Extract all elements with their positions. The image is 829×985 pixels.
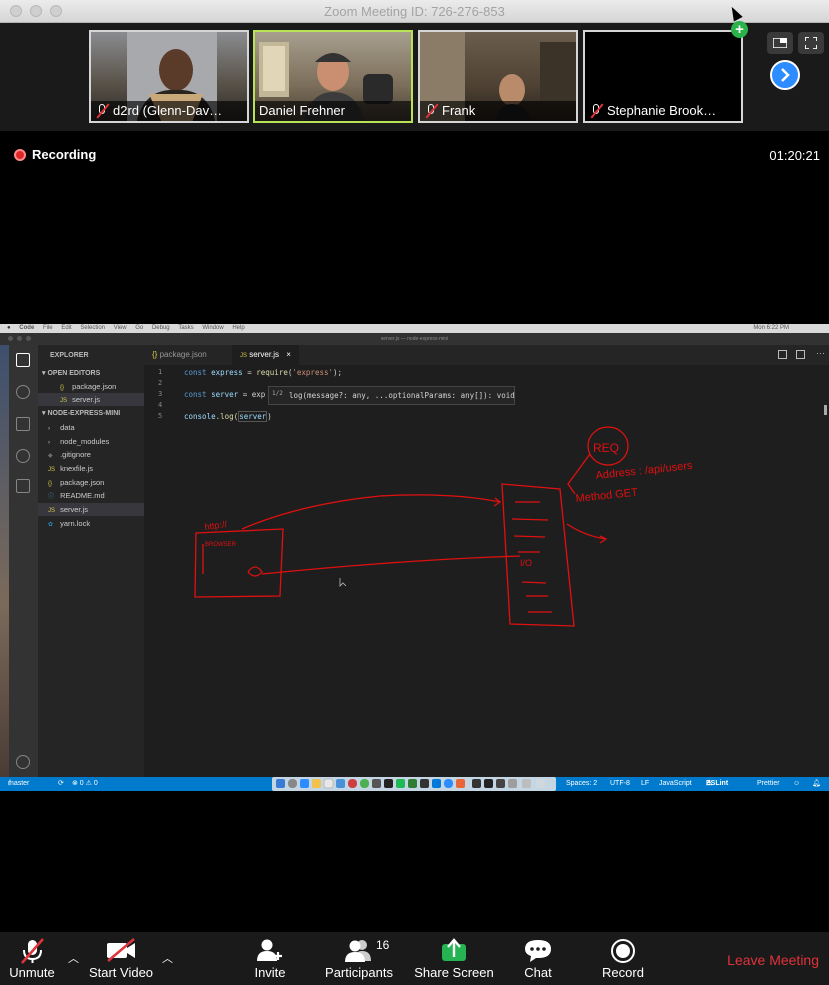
language-mode[interactable]: JavaScript — [659, 777, 692, 791]
participant-name: Stephanie Brook… — [607, 103, 717, 118]
participants-count: 16 — [376, 938, 390, 952]
notification-bell-icon[interactable]: 🔔︎ — [812, 777, 821, 791]
sketch-http-label: http:// — [204, 519, 228, 532]
participants-label: Participants — [325, 965, 393, 980]
participant-tile[interactable]: Stephanie Brook… — [583, 30, 743, 123]
record-button[interactable]: Record — [600, 932, 646, 985]
encoding-setting[interactable]: UTF-8 — [610, 777, 630, 791]
add-icon[interactable]: + — [731, 21, 748, 38]
mic-muted-icon — [589, 103, 603, 119]
add-person-icon — [257, 939, 282, 961]
mac-dock[interactable] — [272, 777, 556, 791]
eol-setting[interactable]: LF — [641, 777, 649, 791]
invite-button[interactable]: Invite — [245, 932, 295, 985]
microphone-muted-icon — [21, 938, 44, 964]
chat-bubble-icon — [525, 940, 551, 962]
fullscreen-icon — [804, 36, 818, 50]
problems-indicator[interactable]: ⊗ 0 ⚠ 0 — [72, 777, 98, 791]
participant-name: Frank — [442, 103, 476, 118]
participant-name-bar: d2rd (Glenn-Dav… — [91, 101, 247, 121]
video-camera-off-icon — [107, 938, 135, 962]
indentation-setting[interactable]: Spaces: 2 — [566, 777, 597, 791]
record-icon — [611, 939, 635, 963]
mic-muted-icon — [424, 103, 438, 119]
smiley-feedback-icon[interactable]: ☺ — [793, 777, 800, 791]
share-screen-icon — [442, 938, 466, 961]
shared-cursor-icon — [339, 578, 347, 587]
recording-timer: 01:20:21 — [769, 148, 820, 163]
participant-tile-active-speaker[interactable]: Daniel Frehner — [253, 30, 413, 123]
sketch-browser-label: BROWSER — [205, 542, 237, 548]
sketch-address-label: Address : /api/users — [595, 460, 693, 482]
start-video-label: Start Video — [88, 965, 154, 980]
participants-icon — [345, 940, 371, 962]
participant-name-bar: Stephanie Brook… — [585, 101, 741, 121]
participant-name-bar: Frank — [420, 101, 576, 121]
sketch-io-label: I/O — [520, 558, 532, 568]
participants-button[interactable]: 16 Participants — [322, 932, 396, 985]
participant-name: d2rd (Glenn-Dav… — [113, 103, 223, 118]
chat-button[interactable]: Chat — [518, 932, 558, 985]
view-layout-button[interactable] — [767, 32, 793, 54]
next-participants-button[interactable] — [770, 60, 800, 90]
participant-tile[interactable]: Frank — [418, 30, 578, 123]
participant-name: Daniel Frehner — [259, 103, 345, 118]
leave-meeting-button[interactable]: Leave Meeting — [727, 952, 819, 968]
record-dot-icon — [14, 148, 26, 161]
mic-muted-icon — [95, 103, 109, 119]
layout-icon — [772, 37, 788, 49]
chat-label: Chat — [524, 965, 552, 980]
dock-app-icons — [276, 778, 545, 789]
participant-name-bar: Daniel Frehner — [255, 101, 411, 121]
recording-label: Recording — [32, 147, 97, 162]
prettier-status[interactable]: Prettier — [757, 777, 780, 791]
recording-indicator[interactable]: Recording — [14, 147, 96, 162]
share-screen-label: Share Screen — [414, 965, 494, 980]
shared-screen[interactable]: ● Code File Edit Selection View Go Debug… — [0, 324, 829, 791]
start-video-button[interactable]: Start Video — [88, 932, 154, 985]
video-options-caret-icon[interactable]: ︿ — [162, 950, 173, 966]
meeting-controls-bar: Unmute ︿ Start Video ︿ Invite 16 Partici… — [0, 932, 829, 985]
record-label: Record — [602, 965, 644, 980]
unmute-label: Unmute — [9, 965, 55, 980]
chevron-right-icon — [781, 68, 790, 82]
sketch-method-label: Method GET — [575, 487, 639, 505]
whiteboard-annotation: BROWSER http:// REQ Address : /api/users… — [194, 426, 693, 627]
unmute-button[interactable]: Unmute — [2, 932, 62, 985]
invite-label: Invite — [254, 965, 286, 980]
sketch-req-label: REQ — [593, 441, 619, 455]
share-screen-button[interactable]: Share Screen — [412, 932, 496, 985]
window-titlebar: Zoom Meeting ID: 726-276-853 — [0, 0, 829, 23]
window-title: Zoom Meeting ID: 726-276-853 — [324, 4, 505, 19]
participant-tile[interactable]: d2rd (Glenn-Dav… — [89, 30, 249, 123]
sync-icon[interactable]: ⟳ — [58, 777, 64, 791]
audio-options-caret-icon[interactable]: ︿ — [68, 950, 79, 966]
fullscreen-button[interactable] — [798, 32, 824, 54]
